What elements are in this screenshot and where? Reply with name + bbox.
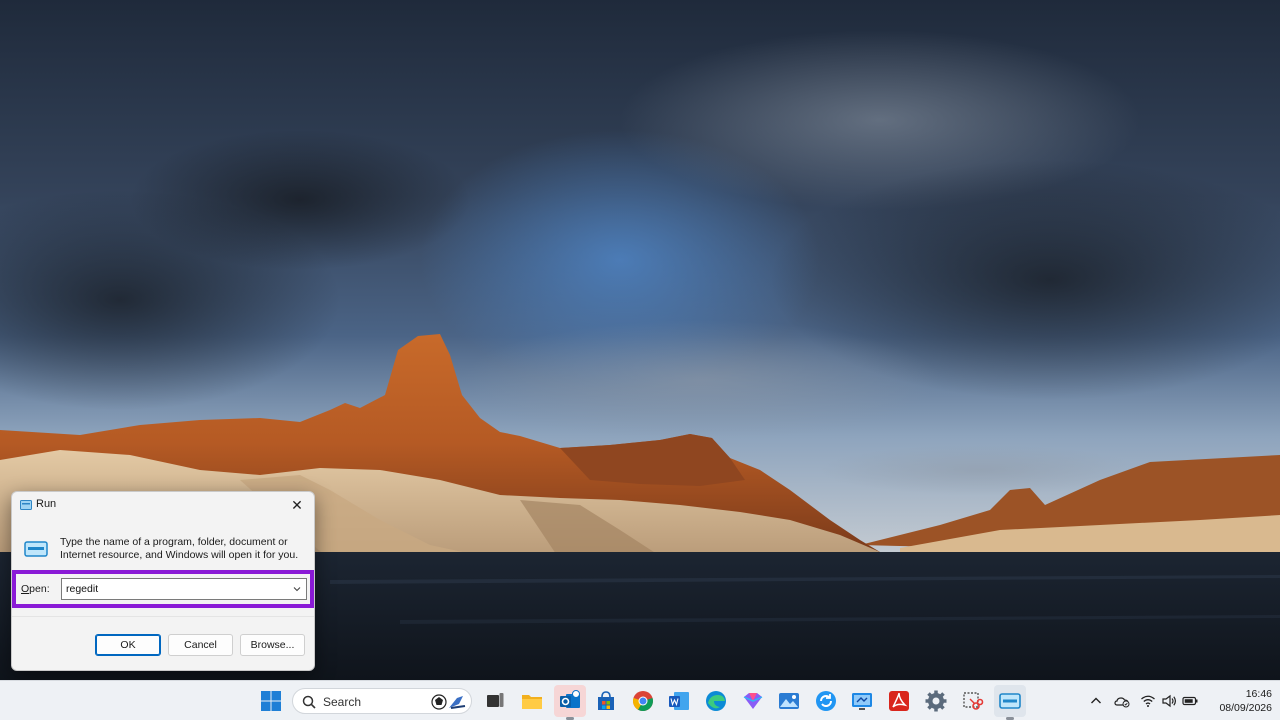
- run-title: Run: [36, 498, 57, 510]
- run-dialog: Run ✕ Type the name of a program, folder…: [11, 491, 315, 671]
- clock-date: 08/09/2026: [1219, 702, 1272, 714]
- settings-icon[interactable]: [924, 689, 948, 713]
- chevron-up-icon[interactable]: [1088, 693, 1104, 709]
- search-icon: [302, 695, 316, 709]
- volume-icon[interactable]: [1161, 693, 1177, 709]
- acrobat-icon[interactable]: [887, 689, 911, 713]
- wifi-icon[interactable]: [1140, 693, 1156, 709]
- run-title-icon: [20, 500, 32, 510]
- browse-button[interactable]: Browse...: [240, 634, 305, 656]
- chevron-down-icon[interactable]: [292, 584, 302, 594]
- run-titlebar[interactable]: Run ✕: [12, 492, 314, 518]
- ok-button[interactable]: OK: [95, 634, 161, 656]
- cancel-button[interactable]: Cancel: [168, 634, 233, 656]
- close-icon: ✕: [291, 497, 303, 513]
- dialog-button-bar: OK Cancel Browse...: [12, 616, 314, 670]
- sync-icon[interactable]: [814, 689, 838, 713]
- chrome-icon[interactable]: [631, 689, 655, 713]
- open-row-highlight: Open:: [12, 570, 314, 608]
- task-view-icon[interactable]: [483, 689, 507, 713]
- open-combobox[interactable]: [61, 578, 307, 600]
- word-icon[interactable]: [667, 689, 691, 713]
- store-icon[interactable]: [594, 689, 618, 713]
- search-highlight-art-icon: [431, 694, 466, 710]
- remote-desktop-icon[interactable]: [850, 689, 874, 713]
- clock-time: 16:46: [1245, 688, 1272, 700]
- file-explorer-icon[interactable]: [520, 689, 544, 713]
- run-icon[interactable]: [998, 689, 1022, 713]
- taskbar: Search 16:46 08/09/2026: [0, 680, 1280, 720]
- outlook-icon[interactable]: [558, 689, 582, 713]
- snipping-tool-icon[interactable]: [960, 689, 984, 713]
- run-description: Type the name of a program, folder, docu…: [60, 536, 299, 561]
- open-input[interactable]: [62, 579, 288, 599]
- battery-icon[interactable]: [1182, 693, 1198, 709]
- edge-icon[interactable]: [704, 689, 728, 713]
- open-label: Open:: [21, 583, 50, 595]
- start-icon[interactable]: [259, 689, 283, 713]
- run-app-icon: [24, 541, 48, 557]
- taskbar-clock[interactable]: 16:46 08/09/2026: [1208, 687, 1272, 715]
- close-button[interactable]: ✕: [286, 496, 308, 514]
- open-label-mnemonic: O: [21, 583, 30, 595]
- search-placeholder: Search: [323, 695, 362, 709]
- copilot-icon[interactable]: [741, 689, 765, 713]
- photo-editor-icon[interactable]: [777, 689, 801, 713]
- onedrive-icon[interactable]: [1114, 693, 1130, 709]
- taskbar-search[interactable]: Search: [292, 688, 472, 714]
- open-label-text: pen:: [29, 583, 50, 595]
